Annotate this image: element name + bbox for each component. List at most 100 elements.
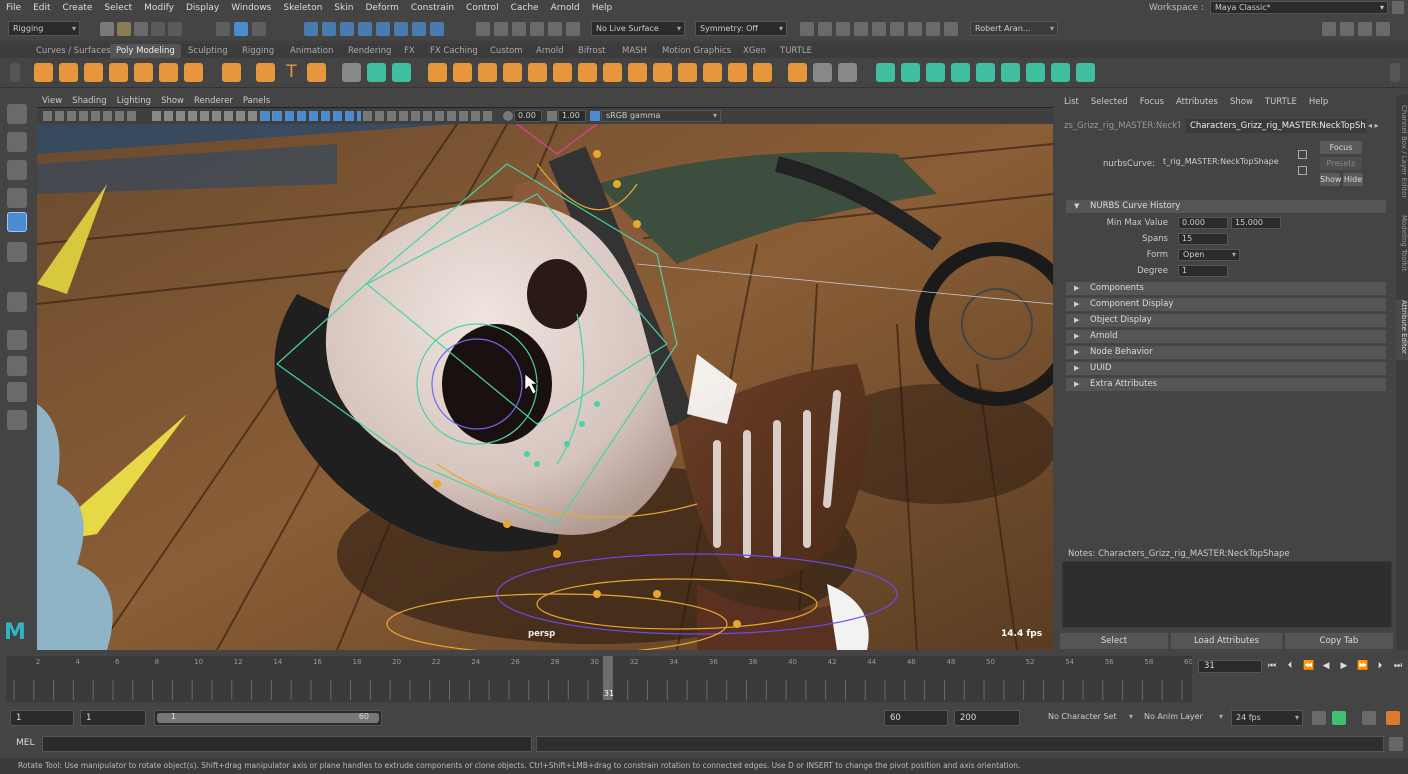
step-back-frame-icon[interactable]: ⏴: [1285, 661, 1295, 671]
fps-dropdown[interactable]: 24 fps: [1231, 710, 1303, 726]
gamma-field[interactable]: 1.00: [558, 110, 586, 122]
shelf-tab-fx[interactable]: FX: [398, 44, 421, 58]
command-language-label[interactable]: MEL: [16, 738, 34, 748]
retopologize-icon[interactable]: [578, 63, 597, 82]
planar-map-icon[interactable]: [1051, 63, 1070, 82]
menu-deform[interactable]: Deform: [359, 3, 404, 13]
time-slider-track[interactable]: 2 4 6 8 10 12 14 16 18 20 22 24 26 28 30 32 34 36 38 40 42 44…: [6, 656, 1193, 702]
poly-cylinder-icon[interactable]: [84, 63, 103, 82]
multi-cut-icon[interactable]: [788, 63, 807, 82]
arnold-render-icon[interactable]: [908, 22, 922, 36]
shelf-tab-fx-caching[interactable]: FX Caching: [424, 44, 484, 58]
camera-icon[interactable]: [872, 22, 886, 36]
ae-menu-focus[interactable]: Focus: [1134, 95, 1170, 109]
play-backwards-icon[interactable]: ◀: [1321, 661, 1331, 671]
shelf-tab-mash[interactable]: MASH: [616, 44, 653, 58]
boolean-icon[interactable]: [428, 63, 447, 82]
slide-edge-icon[interactable]: [901, 63, 920, 82]
menu-set-dropdown[interactable]: Rigging: [8, 21, 80, 36]
spans-field[interactable]: 15: [1178, 233, 1228, 245]
shelf-tab-rendering[interactable]: Rendering: [342, 44, 397, 58]
connect-icon[interactable]: [951, 63, 970, 82]
circularize-icon[interactable]: [753, 63, 772, 82]
go-to-input-icon[interactable]: [1298, 150, 1307, 159]
four-view-icon[interactable]: [7, 356, 27, 376]
mirror-icon[interactable]: [453, 63, 472, 82]
color-management-icon[interactable]: [590, 111, 600, 121]
redo-icon[interactable]: [168, 22, 182, 36]
menu-file[interactable]: File: [0, 3, 27, 13]
form-dropdown[interactable]: Open: [1178, 249, 1240, 261]
side-tab-attribute-editor[interactable]: Attribute Editor: [1396, 300, 1408, 360]
ae-tab-scroll-icon[interactable]: ◂ ▸: [1368, 121, 1379, 130]
character-set-dropdown[interactable]: No Character Set: [1044, 710, 1136, 726]
anim-layer-dropdown[interactable]: No Anim Layer: [1140, 710, 1226, 726]
presets-button[interactable]: Presets: [1320, 157, 1362, 170]
shelf-tab-turtle[interactable]: TURTLE: [774, 44, 818, 58]
user-account-dropdown[interactable]: Robert Aran...: [970, 21, 1058, 36]
select-tool-icon[interactable]: [7, 104, 27, 124]
smooth-icon[interactable]: [392, 63, 411, 82]
gamma-icon[interactable]: [547, 111, 557, 121]
poly-torus-icon[interactable]: [134, 63, 153, 82]
menu-constrain[interactable]: Constrain: [405, 3, 460, 13]
shelf-tab-motion-graphics[interactable]: Motion Graphics: [656, 44, 737, 58]
extrude-icon[interactable]: [603, 63, 622, 82]
arnold-light-icon[interactable]: [944, 22, 958, 36]
viewport-panel[interactable]: View Shading Lighting Show Renderer Pane…: [37, 95, 1053, 650]
shelf-tab-bifrost[interactable]: Bifrost: [572, 44, 611, 58]
shelf-tab-rigging[interactable]: Rigging: [236, 44, 280, 58]
ae-menu-show[interactable]: Show: [1224, 95, 1259, 109]
attribute-editor-icon[interactable]: [1376, 22, 1390, 36]
menu-skin[interactable]: Skin: [328, 3, 359, 13]
isolate-icons[interactable]: [363, 111, 493, 121]
single-perspective-icon[interactable]: [7, 330, 27, 350]
offset-edge-loop-icon[interactable]: [838, 63, 857, 82]
menu-cache[interactable]: Cache: [505, 3, 545, 13]
symmetry-dropdown[interactable]: Symmetry: Off: [695, 21, 787, 36]
menu-windows[interactable]: Windows: [225, 3, 277, 13]
command-input[interactable]: [42, 736, 532, 752]
section-nurbs-curve-history[interactable]: NURBS Curve History: [1066, 200, 1386, 213]
shelf-tab-curves-surfaces[interactable]: Curves / Surfaces: [30, 44, 117, 58]
snap-view-plane-icon[interactable]: [358, 22, 372, 36]
menu-edit[interactable]: Edit: [27, 3, 56, 13]
save-scene-icon[interactable]: [134, 22, 148, 36]
colorspace-dropdown[interactable]: sRGB gamma: [601, 110, 721, 122]
target-weld-icon[interactable]: [926, 63, 945, 82]
insert-edge-loop-icon[interactable]: [813, 63, 832, 82]
loop-icon[interactable]: [1312, 711, 1326, 725]
hypershade-icon[interactable]: [836, 22, 850, 36]
menu-modify[interactable]: Modify: [138, 3, 180, 13]
last-tool-icon[interactable]: [7, 292, 27, 312]
append-polygon-icon[interactable]: [703, 63, 722, 82]
output-ops-icon[interactable]: [494, 22, 508, 36]
playback-end-field[interactable]: 60: [884, 710, 948, 726]
quad-draw-icon[interactable]: [876, 63, 895, 82]
new-scene-icon[interactable]: [100, 22, 114, 36]
shelf-tab-arnold[interactable]: Arnold: [530, 44, 570, 58]
spin-edge-icon[interactable]: [1001, 63, 1020, 82]
workspace-dropdown[interactable]: Maya Classic*: [1210, 1, 1388, 14]
range-bar-track[interactable]: 1 60: [154, 710, 382, 726]
poly-disc-icon[interactable]: [184, 63, 203, 82]
separate-icon[interactable]: [367, 63, 386, 82]
focus-button[interactable]: Focus: [1320, 141, 1362, 154]
notes-textarea[interactable]: [1062, 561, 1392, 628]
shelf-tab-animation[interactable]: Animation: [284, 44, 339, 58]
animation-start-field[interactable]: 1: [10, 710, 74, 726]
copy-tab-button[interactable]: Copy Tab: [1285, 633, 1393, 649]
shelf-scroll-icon[interactable]: [1390, 63, 1400, 82]
ae-menu-turtle[interactable]: TURTLE: [1259, 95, 1303, 109]
current-frame-field[interactable]: 31: [1198, 660, 1262, 673]
min-value-field[interactable]: 0.000: [1178, 217, 1228, 229]
bevel-edge-icon[interactable]: [678, 63, 697, 82]
menu-select[interactable]: Select: [98, 3, 138, 13]
soft-select-icon[interactable]: [800, 22, 814, 36]
render-frame-icon[interactable]: [530, 22, 544, 36]
rotate-tool-icon[interactable]: [7, 212, 27, 232]
modeling-toolkit-icon[interactable]: [1322, 22, 1336, 36]
viewport-scene[interactable]: persp 14.4 fps: [37, 114, 1053, 650]
go-to-output-icon[interactable]: [1298, 166, 1307, 175]
menu-skeleton[interactable]: Skeleton: [277, 3, 328, 13]
